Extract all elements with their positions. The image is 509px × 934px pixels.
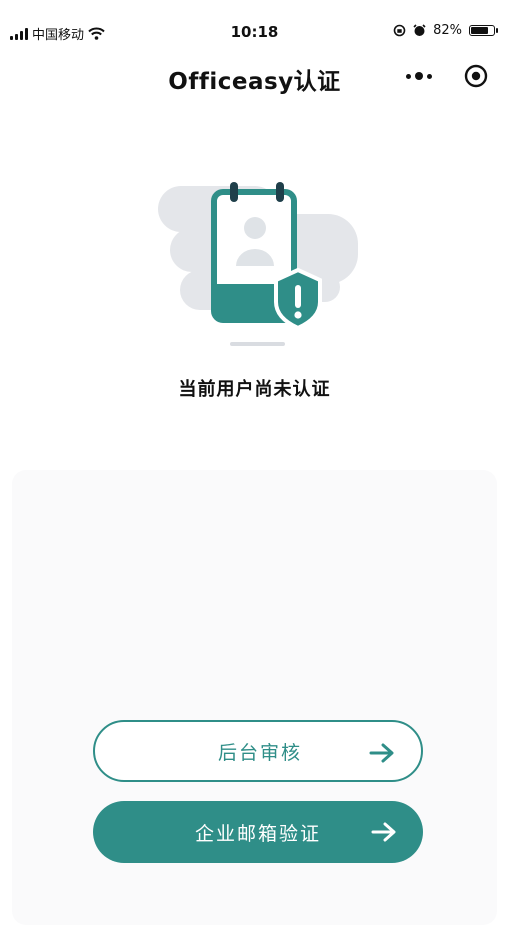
battery-percent: 82% (433, 23, 462, 38)
nav-bar: Officeasy认证 (0, 52, 509, 102)
status-bar: 中国移动 10:18 82% (0, 0, 509, 60)
carrier-label: 中国移动 (32, 28, 85, 43)
status-bar-left: 中国移动 (10, 24, 105, 43)
battery-icon (469, 25, 498, 36)
wifi-icon (88, 27, 105, 40)
rotation-lock-icon (393, 24, 406, 37)
battery-fill (471, 27, 488, 34)
close-capsule-button[interactable] (461, 61, 491, 91)
auth-status-text: 当前用户尚未认证 (178, 379, 331, 400)
target-icon (464, 64, 488, 88)
backend-review-button[interactable]: 后台审核 (93, 720, 423, 782)
signal-icon (10, 27, 28, 40)
email-verify-button[interactable]: 企业邮箱验证 (93, 801, 423, 863)
id-card-warning-illustration (150, 172, 365, 352)
status-bar-right: 82% (393, 23, 498, 38)
more-dots-icon (406, 72, 432, 80)
alarm-icon (413, 24, 426, 36)
arrow-right-icon (369, 743, 394, 763)
arrow-right-icon (371, 822, 396, 842)
more-button[interactable] (399, 64, 439, 88)
